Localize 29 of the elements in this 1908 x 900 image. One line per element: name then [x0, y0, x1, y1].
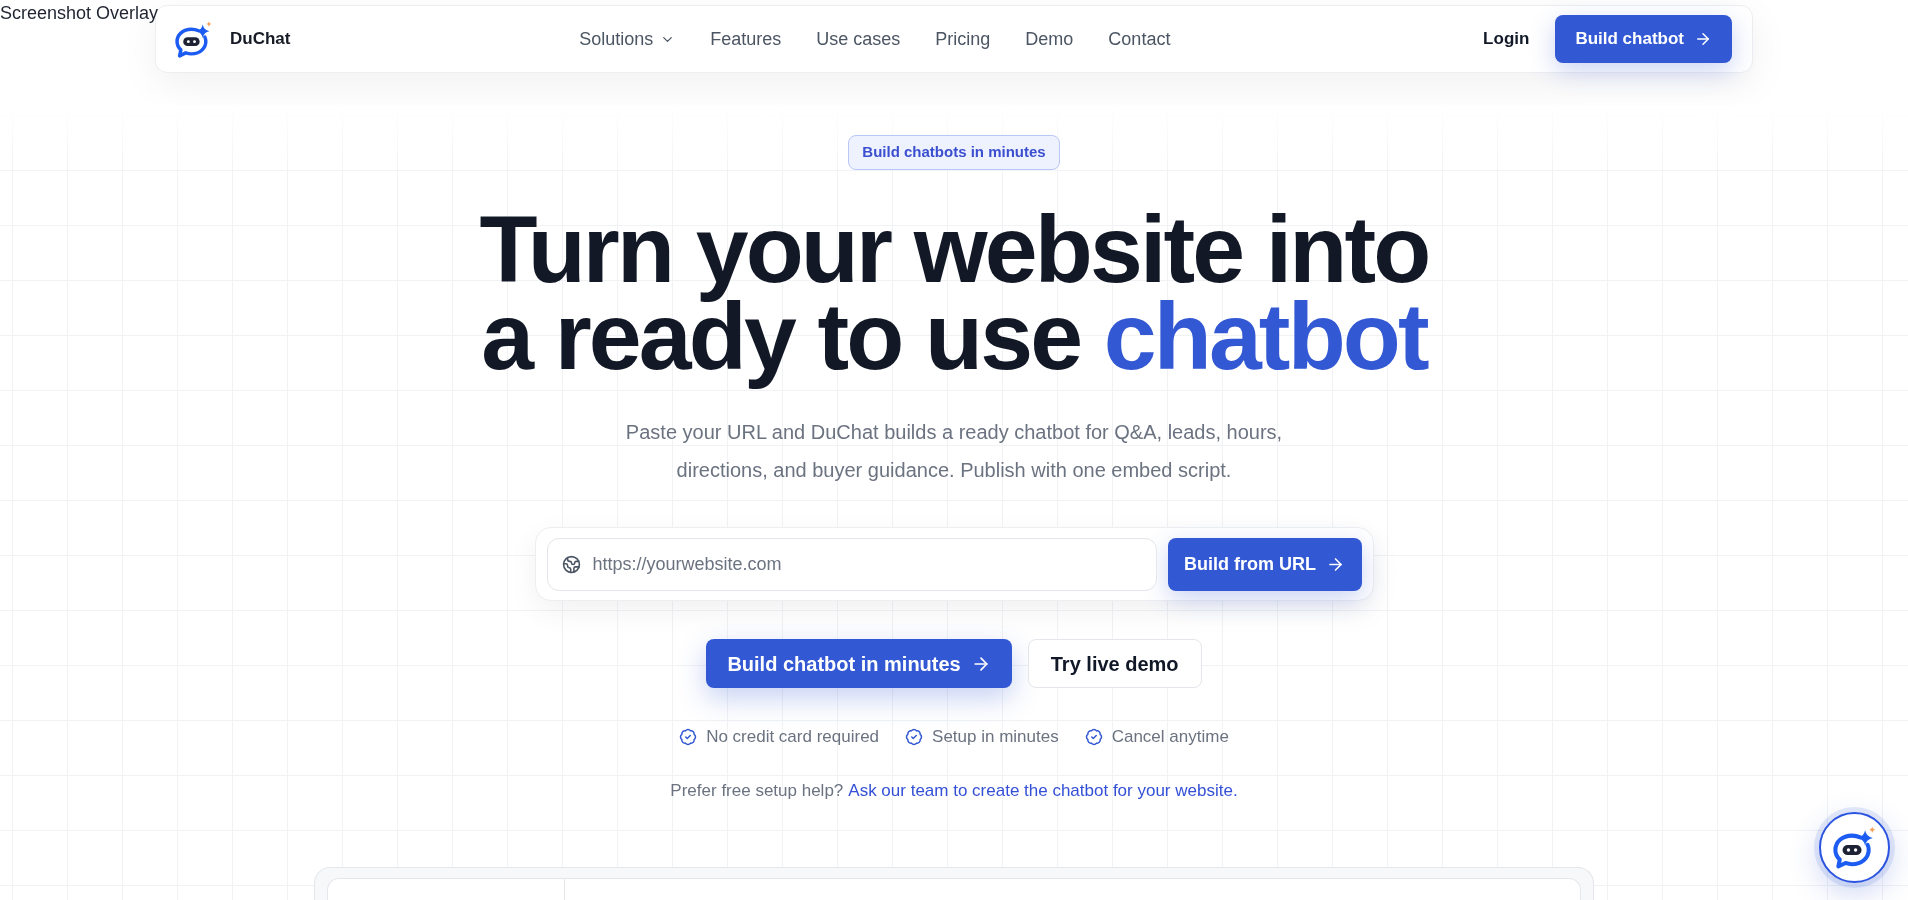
- nav-link[interactable]: Use cases: [816, 25, 901, 53]
- live-demo-button[interactable]: Try live demo: [1027, 639, 1202, 688]
- robot-chat-bubble-icon: [175, 20, 213, 58]
- hero-badge: Build chatbots in minutes: [848, 135, 1060, 170]
- badge-check-icon: [679, 728, 698, 746]
- badge-check-icon: [1084, 728, 1103, 746]
- chat-launcher-button[interactable]: [1819, 812, 1890, 883]
- build-chatbot-button[interactable]: Build chatbot in minutes: [706, 639, 1012, 688]
- robot-chat-bubble-icon: [1832, 826, 1877, 869]
- help-text: Prefer free setup help?: [670, 780, 844, 802]
- nav-link[interactable]: Demo: [1025, 25, 1074, 53]
- hero-subtitle: Paste your URL and DuChat builds a ready chatbot for Q&A, leads, hours, directions, and buyer guidance. Publish with one embed script.: [624, 420, 1284, 483]
- url-input-field[interactable]: https://yourwebsite.com: [546, 537, 1157, 591]
- perk-text: No credit card required: [706, 726, 880, 748]
- nav-link[interactable]: Features: [710, 25, 782, 53]
- nav-link[interactable]: Pricing: [935, 25, 991, 53]
- perk-text: Setup in minutes: [932, 726, 1059, 748]
- arrow-right-icon: [1694, 30, 1712, 48]
- build-from-url-button[interactable]: Build from URL: [1167, 537, 1362, 591]
- perk-text: Cancel anytime: [1111, 726, 1229, 748]
- brand-name: DuChat: [230, 28, 291, 51]
- nav-menu-button[interactable]: Solutions: [579, 25, 676, 53]
- globe-icon: [561, 554, 581, 574]
- nav-link[interactable]: Contact: [1108, 25, 1171, 53]
- badge-check-icon: [905, 728, 924, 746]
- login-link[interactable]: Login: [1483, 26, 1530, 52]
- setup-help-link[interactable]: Ask our team to create the chatbot for your website.: [848, 779, 1238, 803]
- overlay-label: Screenshot Overlay: [0, 2, 159, 25]
- build-chatbot-button[interactable]: Build chatbot: [1555, 15, 1732, 63]
